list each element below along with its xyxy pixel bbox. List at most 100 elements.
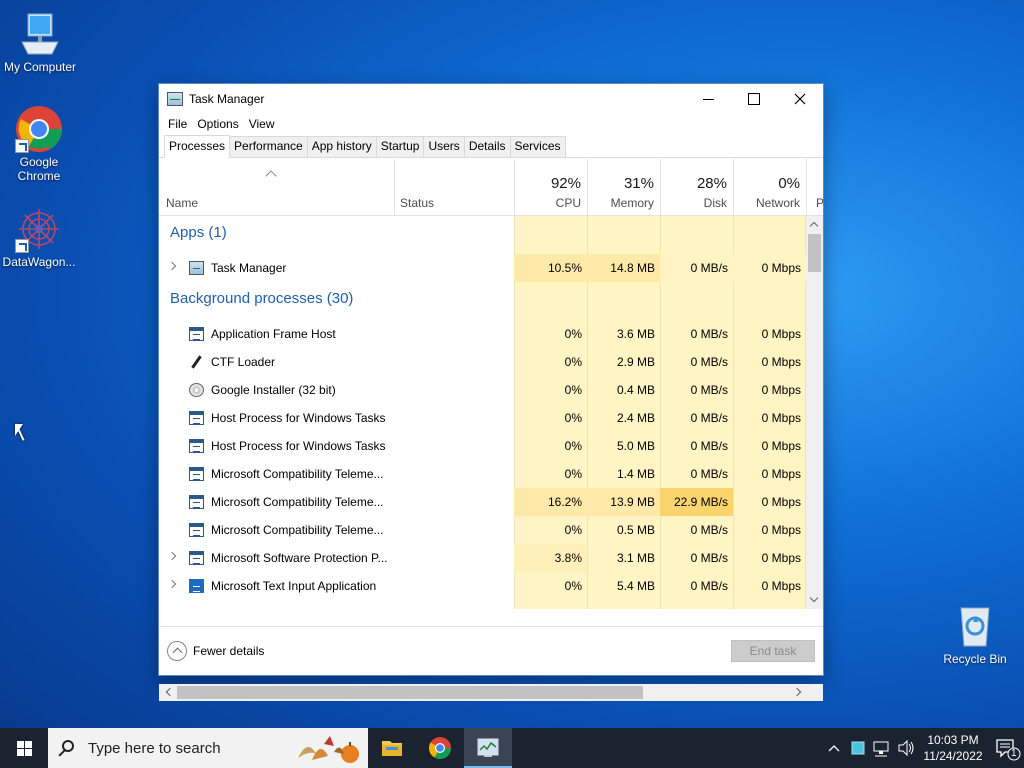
group-header-background[interactable]: Background processes (30) [159,290,806,318]
mouse-cursor-icon [15,424,23,436]
column-header-memory[interactable]: 31% Memory [587,159,660,216]
disk-value: 0 MB/s [690,327,728,341]
desktop-icon-my-computer[interactable]: My Computer [0,10,80,74]
horizontal-scrollbar[interactable] [159,684,806,701]
tab-details[interactable]: Details [463,136,511,157]
process-name: Microsoft Text Input Application [211,579,377,593]
taskbar-file-explorer[interactable] [368,728,416,768]
taskbar-chrome[interactable] [416,728,464,768]
start-button[interactable] [0,728,48,768]
task-manager-icon [477,738,499,757]
sort-ascending-icon[interactable] [265,170,277,182]
process-name: Microsoft Compatibility Teleme... [211,523,384,537]
desktop-icon-datawagon[interactable]: DataWagon... [0,205,79,269]
network-value: 0 Mbps [761,383,801,397]
tab-users[interactable]: Users [423,136,465,157]
vertical-scrollbar[interactable] [806,216,823,609]
cpu-value: 0% [564,327,582,341]
disk-value: 0 MB/s [690,439,728,453]
network-value: 0 Mbps [761,579,801,593]
tab-app-history[interactable]: App history [306,136,377,157]
menu-view[interactable]: View [244,117,280,131]
column-header-power-partial[interactable]: P [806,159,824,216]
group-header-apps[interactable]: Apps (1) [159,224,806,252]
expand-chevron-icon[interactable] [167,579,177,589]
close-button[interactable] [777,84,823,114]
disk-value: 22.9 MB/s [660,488,733,516]
cpu-value: 0% [564,439,582,453]
column-header-disk[interactable]: 28% Disk [660,159,733,216]
volume-icon[interactable] [894,728,918,768]
tab-startup[interactable]: Startup [375,136,425,157]
scroll-down-icon[interactable] [809,593,819,603]
process-name: Host Process for Windows Tasks [211,439,386,453]
table-row[interactable]: Microsoft Text Input Application 0% 5.4 … [159,572,806,600]
table-row[interactable]: Task Manager 10.5% 14.8 MB 0 MB/s 0 Mbps [159,254,806,282]
tray-app-icon[interactable] [846,728,870,768]
process-name: Microsoft Compatibility Teleme... [211,467,384,481]
scroll-thumb[interactable] [808,234,821,272]
network-icon[interactable] [870,728,894,768]
group-title-apps: Apps (1) [170,224,227,241]
desktop-icon-label: Recycle Bin [943,652,1007,666]
desktop-icon-recycle-bin[interactable]: Recycle Bin [935,602,1015,666]
disk-label: Disk [703,196,727,210]
expand-chevron-icon[interactable] [167,551,177,561]
table-row[interactable]: Microsoft Compatibility Teleme... 0% 1.4… [159,460,806,488]
network-value: 0 Mbps [761,355,801,369]
column-header-status[interactable]: Status [400,196,434,210]
desktop-icon-google-chrome[interactable]: Google Chrome [0,105,79,183]
table-row[interactable]: Microsoft Compatibility Teleme... 0% 0.5… [159,516,806,544]
end-task-button[interactable]: End task [731,640,815,662]
menu-bar: File Options View [159,114,823,134]
taskbar-task-manager[interactable] [464,728,512,768]
tab-performance[interactable]: Performance [229,136,308,157]
shortcut-arrow-icon [15,139,29,153]
cpu-value: 0% [564,579,582,593]
column-header-name[interactable]: Name [166,196,198,210]
table-row[interactable]: Microsoft Software Protection P... 3.8% … [159,544,806,572]
scroll-thumb[interactable] [177,686,643,699]
cpu-value: 0% [564,355,582,369]
tab-services[interactable]: Services [509,136,566,157]
menu-file[interactable]: File [163,117,192,131]
process-name: Microsoft Software Protection P... [211,551,388,565]
search-icon [62,740,74,752]
cpu-total: 92% [550,175,581,192]
table-row[interactable]: Google Installer (32 bit) 0% 0.4 MB 0 MB… [159,376,806,404]
taskbar-search-box[interactable]: Type here to search [48,728,368,768]
memory-value: 5.4 MB [616,579,655,593]
cpu-value: 0% [564,383,582,397]
task-manager-icon [167,92,183,106]
desktop-icon-label: My Computer [3,60,77,74]
table-header: Name Status 92% CPU 31% Memory 28% Disk … [159,159,824,216]
chevron-up-circle-icon[interactable] [167,641,187,661]
column-header-cpu[interactable]: 92% CPU [514,159,587,216]
scroll-right-icon[interactable] [792,687,802,697]
maximize-button[interactable] [731,84,777,114]
scroll-up-icon[interactable] [809,221,819,231]
menu-options[interactable]: Options [192,117,243,131]
table-row[interactable]: Application Frame Host 0% 3.6 MB 0 MB/s … [159,320,806,348]
table-row[interactable]: Host Process for Windows Tasks 0% 2.4 MB… [159,404,806,432]
clock-date: 11/24/2022 [923,749,983,763]
table-row[interactable]: Microsoft Compatibility Teleme... 16.2% … [159,488,806,516]
table-row[interactable]: Host Process for Windows Tasks 0% 5.0 MB… [159,432,806,460]
taskbar-clock[interactable]: 10:03 PM 11/24/2022 [918,732,988,764]
cpu-label: CPU [555,196,581,210]
scroll-left-icon[interactable] [165,687,175,697]
fewer-details-link[interactable]: Fewer details [193,644,264,658]
desktop-icon-label: DataWagon... [2,255,76,269]
column-header-network[interactable]: 0% Network [733,159,806,216]
tab-processes[interactable]: Processes [164,135,231,158]
scrollbar-corner [806,684,823,701]
minimize-button[interactable] [685,84,731,114]
windows-logo-pane [25,749,32,756]
folder-icon [382,741,402,756]
expand-chevron-icon[interactable] [167,261,177,271]
table-row[interactable]: CTF Loader 0% 2.9 MB 0 MB/s 0 Mbps [159,348,806,376]
show-hidden-icons-chevron-icon[interactable] [822,728,846,768]
title-bar[interactable]: Task Manager [159,84,823,114]
action-center-button[interactable]: 1 [988,728,1024,768]
memory-value: 5.0 MB [616,439,655,453]
